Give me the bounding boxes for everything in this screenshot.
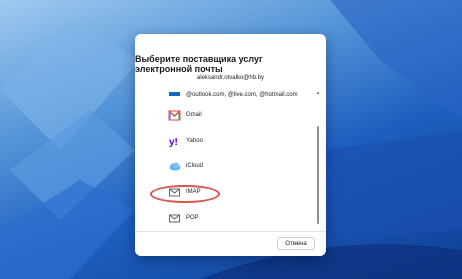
outlook-icon — [169, 91, 180, 96]
provider-item-icloud[interactable]: iCloud — [168, 159, 203, 173]
provider-item-pop[interactable]: POP — [168, 211, 199, 225]
provider-item-yahoo[interactable]: y! Yahoo — [168, 134, 203, 148]
cancel-button[interactable]: Отмена — [277, 237, 315, 250]
account-email: aleksandr.otvalko@hb.by — [196, 75, 265, 81]
provider-label: Yahoo — [186, 138, 203, 144]
yahoo-icon: y! — [169, 137, 178, 147]
svg-text:y!: y! — [169, 137, 178, 147]
provider-label: Gmail — [186, 112, 202, 118]
provider-item-outlook[interactable]: @outlook.com, @live.com, @hotmail.com — [168, 88, 298, 102]
gmail-icon — [168, 109, 181, 120]
scrollbar-thumb[interactable] — [317, 126, 319, 224]
scroll-up-arrow-icon[interactable]: ▴ — [315, 90, 321, 96]
imap-highlight-annotation — [150, 185, 220, 203]
footer-divider — [135, 231, 326, 232]
provider-item-gmail[interactable]: Gmail — [168, 108, 202, 122]
provider-label: POP — [186, 215, 199, 221]
provider-label: iCloud — [186, 163, 204, 169]
dialog-title: Выберите поставщика услуг электронной по… — [135, 54, 263, 74]
icloud-icon — [169, 162, 181, 170]
provider-label: @outlook.com, @live.com, @hotmail.com — [186, 92, 298, 98]
mail-icon — [169, 214, 180, 222]
email-provider-dialog: Выберите поставщика услуг электронной по… — [135, 34, 326, 256]
provider-list: @outlook.com, @live.com, @hotmail.com Gm… — [135, 86, 326, 226]
